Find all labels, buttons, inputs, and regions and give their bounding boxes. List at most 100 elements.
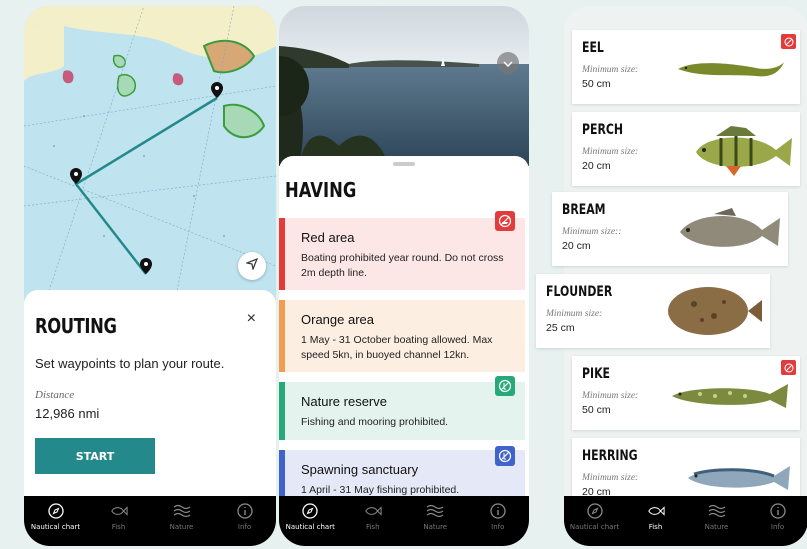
bream-image [680, 208, 780, 247]
protected-icon [781, 360, 796, 375]
area-desc: 1 May - 31 October boating allowed. Max … [301, 334, 493, 361]
fish-icon [364, 502, 382, 520]
tab-fish[interactable]: Fish [89, 502, 149, 531]
fish-min-size: 20 cm [562, 240, 591, 252]
fish-name: PIKE [582, 366, 610, 382]
eel-image [678, 62, 784, 77]
perch-image [696, 126, 792, 176]
protected-icon [781, 34, 796, 49]
fish-min-size-label: Minimum size: [582, 473, 639, 483]
area-card-spawning-sanctuary[interactable]: Spawning sanctuary 1 April - 31 May fish… [279, 446, 525, 496]
tab-bar: Nautical chart Fish Nature Info [279, 496, 529, 546]
area-card-red[interactable]: Red area Boating prohibited year round. … [279, 211, 525, 290]
phone-fish: EEL Minimum size: 50 cm PERCH Minimum si… [536, 6, 807, 546]
no-fishing-icon [495, 376, 515, 396]
tab-label: Info [237, 523, 252, 531]
tab-label: Nature [169, 523, 194, 531]
no-boat-icon [495, 211, 515, 231]
info-icon [489, 502, 507, 520]
fish-min-size-label: Minimum size: [582, 147, 639, 157]
collapse-button[interactable] [497, 52, 519, 74]
area-desc: 1 April - 31 May fishing prohibited. [301, 484, 460, 496]
tab-fish[interactable]: Fish [626, 502, 686, 531]
chevron-down-icon [503, 54, 513, 72]
area-desc: Boating prohibited year round. Do not cr… [301, 252, 504, 279]
locate-button[interactable] [238, 252, 266, 280]
pike-image [672, 384, 788, 408]
phone-routing: ROUTING × Set waypoints to plan your rou… [24, 6, 276, 546]
routing-title: ROUTING [35, 314, 117, 338]
fish-min-size-label: Minimum size: [582, 65, 639, 75]
fish-name: EEL [582, 40, 604, 56]
fish-card-pike[interactable]: PIKE Minimum size: 50 cm [572, 356, 800, 430]
tab-label: Nautical chart [285, 523, 335, 531]
routing-subtitle: Set waypoints to plan your route. [35, 356, 225, 371]
tab-label: Nature [704, 523, 729, 531]
tab-info[interactable]: Info [748, 502, 807, 531]
tab-bar: Nautical chart Fish Nature Info [24, 496, 276, 546]
fish-min-size-label: Minimum size:: [562, 227, 622, 237]
start-button[interactable]: START [35, 438, 155, 474]
fish-min-size-label: Minimum size: [582, 391, 639, 401]
herring-image [688, 466, 790, 490]
fish-icon [110, 502, 128, 520]
tab-info[interactable]: Info [215, 502, 275, 531]
tab-nautical-chart[interactable]: Nautical chart [565, 502, 625, 531]
tab-fish[interactable]: Fish [343, 502, 403, 531]
tab-label: Fish [111, 523, 126, 531]
compass-icon [586, 502, 604, 520]
tab-label: Nautical chart [569, 523, 620, 531]
distance-label: Distance [35, 389, 75, 401]
tab-nautical-chart[interactable]: Nautical chart [26, 502, 86, 531]
fish-name: PERCH [582, 122, 624, 138]
fish-min-size: 25 cm [546, 322, 575, 334]
drag-handle[interactable] [393, 162, 415, 166]
no-fishing-icon [495, 446, 515, 466]
fish-card-eel[interactable]: EEL Minimum size: 50 cm [572, 30, 800, 104]
tab-label: Info [491, 523, 505, 531]
tab-nature[interactable]: Nature [687, 502, 747, 531]
tab-label: Info [770, 523, 785, 531]
fish-card-herring[interactable]: HERRING Minimum size: 20 cm [572, 438, 800, 498]
area-card-nature-reserve[interactable]: Nature reserve Fishing and mooring prohi… [279, 376, 525, 440]
areas-sheet: HAVING Red area Boating prohibited year … [279, 156, 529, 496]
tab-label: Fish [365, 523, 380, 531]
tab-label: Fish [648, 523, 663, 531]
fish-card-flounder[interactable]: FLOUNDER Minimum size: 25 cm [536, 274, 770, 348]
areas-title: HAVING [285, 178, 357, 202]
tab-label: Nature [423, 523, 448, 531]
area-title: Nature reserve [301, 394, 387, 409]
area-desc: Fishing and mooring prohibited. [301, 416, 449, 428]
tab-nature[interactable]: Nature [405, 502, 465, 531]
compass-icon [301, 502, 319, 520]
coast-photo [279, 6, 529, 166]
area-title: Red area [301, 230, 355, 245]
fish-min-size-label: Minimum size: [546, 309, 603, 319]
fish-name: HERRING [582, 448, 638, 464]
waves-icon [426, 502, 444, 520]
tab-info[interactable]: Info [468, 502, 528, 531]
close-icon[interactable]: × [247, 310, 256, 328]
tab-nature[interactable]: Nature [152, 502, 212, 531]
tab-nautical-chart[interactable]: Nautical chart [280, 502, 340, 531]
flounder-image [668, 287, 762, 335]
info-icon [236, 502, 254, 520]
fish-card-perch[interactable]: PERCH Minimum size: 20 cm [572, 112, 800, 186]
tab-bar: Nautical chart Fish Nature Info [564, 496, 807, 546]
fish-min-size: 20 cm [582, 160, 611, 172]
compass-icon [47, 502, 65, 520]
routing-sheet: ROUTING × Set waypoints to plan your rou… [24, 290, 276, 496]
phone-areas: HAVING Red area Boating prohibited year … [279, 6, 529, 546]
fish-min-size: 50 cm [582, 78, 611, 90]
fish-card-bream[interactable]: BREAM Minimum size:: 20 cm [552, 192, 788, 266]
area-title: Spawning sanctuary [301, 462, 419, 477]
navigation-arrow-icon [244, 257, 259, 275]
waves-icon [173, 502, 191, 520]
fish-name: BREAM [562, 202, 606, 218]
waves-icon [708, 502, 726, 520]
tab-label: Nautical chart [30, 523, 81, 531]
area-card-orange[interactable]: Orange area 1 May - 31 October boating a… [279, 300, 525, 372]
fish-min-size: 50 cm [582, 404, 611, 416]
fish-icon [647, 502, 665, 520]
info-icon [769, 502, 787, 520]
